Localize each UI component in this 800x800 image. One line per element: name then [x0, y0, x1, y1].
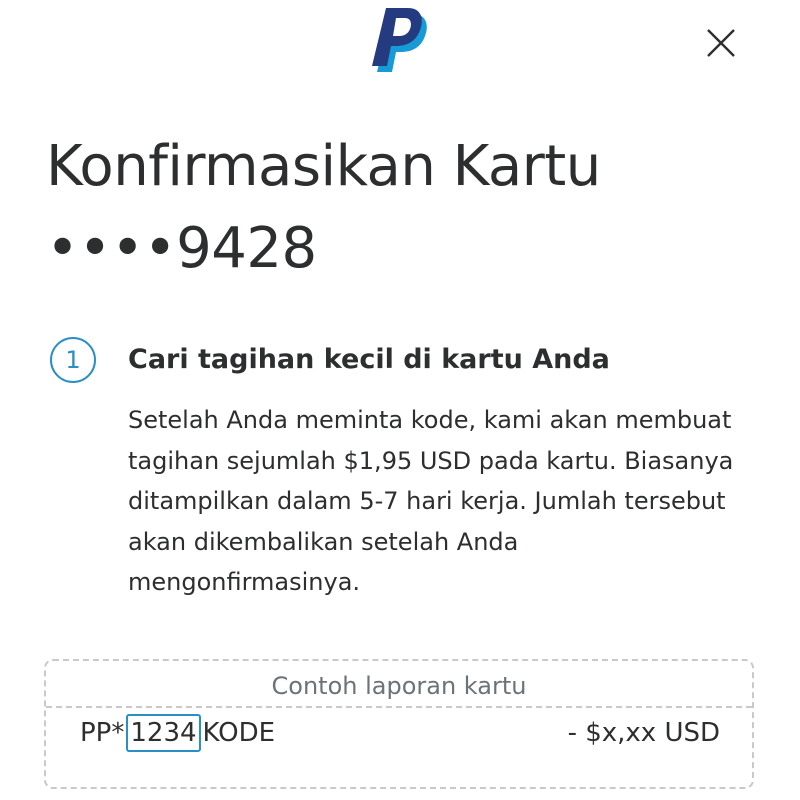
- statement-code-label: KODE: [202, 718, 276, 748]
- step-number-badge: 1: [50, 337, 96, 383]
- statement-row: PP* 1234 KODE - $x,xx USD: [80, 711, 720, 755]
- page-title-text: Konfirmasikan Kartu: [46, 134, 601, 199]
- close-button[interactable]: [700, 22, 742, 64]
- step-description: Setelah Anda meminta kode, kami akan mem…: [128, 406, 734, 596]
- statement-code-highlight: 1234: [126, 714, 201, 752]
- statement-amount: - $x,xx USD: [567, 718, 720, 748]
- card-statement-example: Contoh laporan kartu PP* 1234 KODE - $x,…: [44, 659, 754, 789]
- statement-example-title: Contoh laporan kartu: [271, 672, 527, 700]
- close-icon: [707, 29, 735, 57]
- step-heading: Cari tagihan kecil di kartu Anda: [128, 344, 610, 375]
- card-number-mask: ••••9428: [46, 216, 317, 281]
- paypal-logo: [371, 8, 429, 74]
- statement-divider: [46, 706, 752, 708]
- page-title: Konfirmasikan Kartu ••••9428: [46, 126, 766, 290]
- statement-prefix: PP*: [80, 718, 125, 748]
